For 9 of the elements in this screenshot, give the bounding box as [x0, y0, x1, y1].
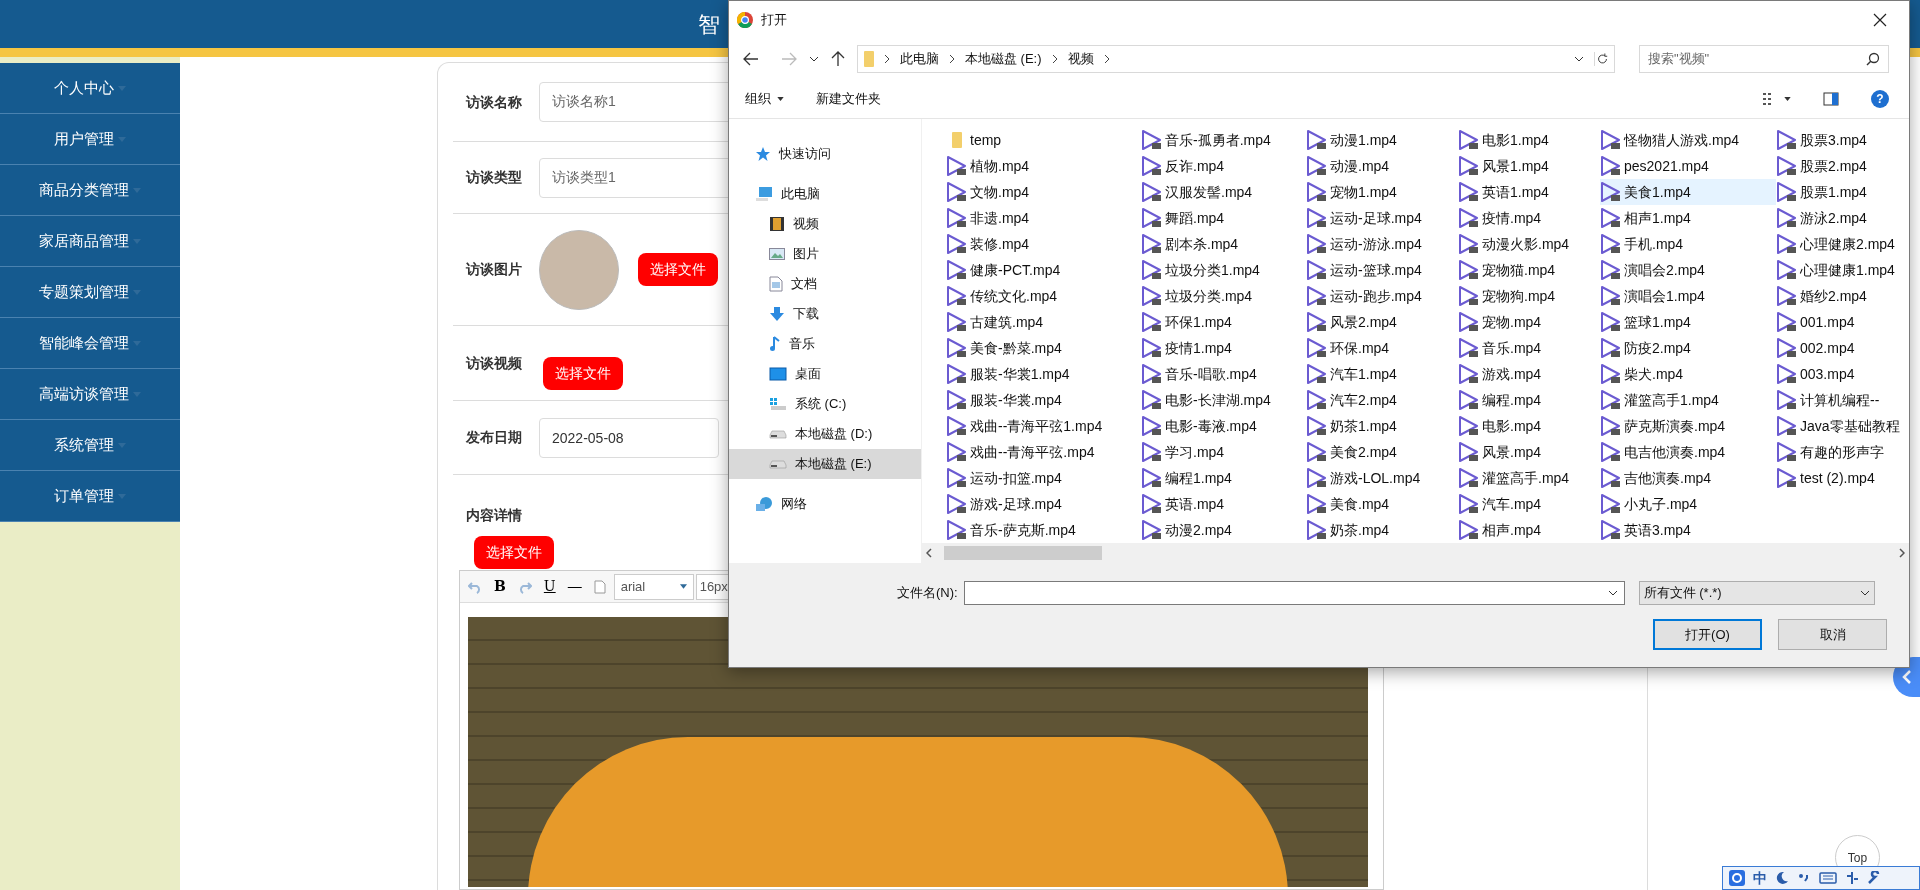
field-label: 访谈名称 [464, 92, 523, 112]
filename-label: 文件名(N): [897, 584, 958, 603]
field-label: 访谈视频 [464, 353, 523, 373]
field-label: 访谈图片 [464, 260, 523, 279]
field-label: 发布日期 [465, 428, 523, 447]
field-label: 访谈类型 [464, 168, 523, 187]
dialog-title: 打开 [761, 11, 787, 30]
field-label: 内容详情 [465, 505, 523, 525]
app-title: 智 [698, 10, 720, 39]
